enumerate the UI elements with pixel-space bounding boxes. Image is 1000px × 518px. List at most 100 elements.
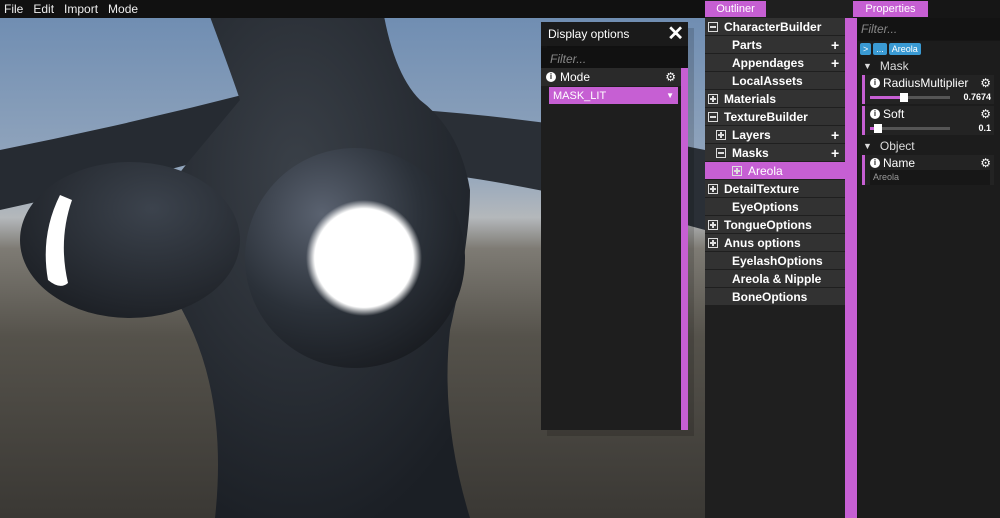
- display-options-panel: Display options ✕ Filter... i Mode ⚙ MAS…: [541, 22, 694, 436]
- mask-section-title: Mask: [879, 59, 909, 73]
- display-options-filter-input[interactable]: Filter...: [541, 48, 688, 70]
- info-icon[interactable]: i: [546, 72, 556, 82]
- outliner-node[interactable]: Areola & Nipple: [705, 270, 845, 287]
- add-icon[interactable]: +: [831, 145, 845, 161]
- collapse-icon[interactable]: [708, 21, 718, 32]
- outliner-node[interactable]: TongueOptions: [705, 216, 845, 233]
- radius-multiplier-slider[interactable]: [870, 92, 950, 102]
- outliner-node[interactable]: BoneOptions: [705, 288, 845, 305]
- chevron-down-icon: ▼: [666, 91, 674, 100]
- outliner-node-label: TextureBuilder: [724, 109, 808, 124]
- outliner-node[interactable]: CharacterBuilder: [705, 18, 845, 35]
- gear-icon[interactable]: ⚙: [980, 76, 991, 90]
- outliner-node[interactable]: EyelashOptions: [705, 252, 845, 269]
- add-icon[interactable]: +: [831, 55, 845, 71]
- soft-value[interactable]: 0.1: [950, 123, 991, 133]
- radius-multiplier-property: i RadiusMultiplier ⚙ 0.7674: [862, 75, 994, 104]
- outliner-node[interactable]: EyeOptions: [705, 198, 845, 215]
- outliner-panel: Outliner CharacterBuilder Parts + Appendage…: [705, 0, 853, 518]
- outliner-node-label: CharacterBuilder: [724, 19, 822, 34]
- outliner-node-label: Appendages: [732, 55, 805, 70]
- outliner-node[interactable]: DetailTexture: [705, 180, 845, 197]
- outliner-node-label: BoneOptions: [732, 289, 808, 304]
- expand-icon[interactable]: [708, 219, 718, 230]
- breadcrumb: > ... Areola: [858, 41, 1000, 57]
- info-icon[interactable]: i: [870, 108, 880, 119]
- slider-handle[interactable]: [874, 123, 882, 133]
- menu-file[interactable]: File: [4, 0, 23, 18]
- mask-section-header[interactable]: ▼ Mask: [858, 57, 1000, 75]
- slider-handle[interactable]: [899, 92, 908, 102]
- tab-properties[interactable]: Properties: [853, 1, 928, 17]
- menu-mode[interactable]: Mode: [108, 0, 138, 18]
- name-field[interactable]: Areola: [870, 170, 990, 185]
- outliner-node[interactable]: LocalAssets: [705, 72, 845, 89]
- close-icon[interactable]: ✕: [667, 24, 684, 44]
- info-icon[interactable]: i: [870, 77, 880, 88]
- outliner-node-label: EyeOptions: [732, 199, 799, 214]
- mode-value: MASK_LIT: [553, 89, 607, 102]
- add-icon[interactable]: +: [831, 127, 845, 143]
- expand-icon[interactable]: [708, 93, 718, 104]
- chevron-down-icon: ▼: [863, 141, 872, 151]
- properties-panel: Properties Filter... > ... Areola ▼ Mask…: [853, 0, 1000, 518]
- outliner-node[interactable]: Materials: [705, 90, 845, 107]
- outliner-node[interactable]: Layers +: [705, 126, 845, 143]
- chevron-down-icon: ▼: [863, 61, 872, 71]
- outliner-node-label: DetailTexture: [724, 181, 800, 196]
- outliner-node-label: Anus options: [724, 235, 801, 250]
- expand-icon[interactable]: [708, 237, 718, 248]
- info-icon[interactable]: i: [870, 157, 880, 168]
- outliner-scrollbar[interactable]: [845, 18, 853, 518]
- display-options-title: Display options: [548, 27, 630, 41]
- outliner-node-label: Masks: [732, 145, 769, 160]
- outliner-node-label: LocalAssets: [732, 73, 803, 88]
- outliner-tree: CharacterBuilder Parts + Appendages + LocalAs…: [705, 18, 845, 306]
- gear-icon[interactable]: ⚙: [665, 70, 676, 84]
- menu-edit[interactable]: Edit: [33, 0, 54, 18]
- display-options-body: i Mode ⚙ MASK_LIT ▼: [541, 68, 681, 430]
- mode-select[interactable]: MASK_LIT ▼: [549, 87, 678, 104]
- menu-bar: File Edit Import Mode: [0, 0, 705, 18]
- object-section-header[interactable]: ▼ Object: [858, 137, 1000, 155]
- outliner-node[interactable]: Appendages +: [705, 54, 845, 71]
- outliner-node-label: TongueOptions: [724, 217, 812, 232]
- outliner-node-label: Parts: [732, 37, 763, 52]
- mode-label: Mode: [560, 70, 591, 84]
- expand-icon[interactable]: [708, 183, 718, 194]
- name-label: Name: [883, 155, 916, 170]
- outliner-node[interactable]: Parts +: [705, 36, 845, 53]
- soft-property: i Soft ⚙ 0.1: [862, 106, 994, 135]
- menu-import[interactable]: Import: [64, 0, 98, 18]
- name-property: i Name ⚙ Areola: [862, 155, 994, 185]
- gear-icon[interactable]: ⚙: [980, 107, 991, 121]
- outliner-node-label: Areola: [748, 163, 783, 178]
- outliner-node-label: Materials: [724, 91, 777, 106]
- outliner-node[interactable]: Anus options: [705, 234, 845, 251]
- breadcrumb-back[interactable]: >: [860, 43, 872, 55]
- breadcrumb-ellipsis[interactable]: ...: [873, 43, 887, 55]
- collapse-icon[interactable]: [716, 147, 726, 158]
- properties-scrollbar[interactable]: [853, 18, 857, 518]
- tab-outliner[interactable]: Outliner: [705, 1, 766, 17]
- properties-body: > ... Areola ▼ Mask i RadiusMultiplier ⚙…: [858, 41, 1000, 518]
- outliner-node-label: Areola & Nipple: [732, 271, 822, 286]
- collapse-icon[interactable]: [708, 111, 718, 122]
- display-options-header: Display options ✕: [541, 22, 688, 46]
- gear-icon[interactable]: ⚙: [980, 156, 991, 170]
- soft-label: Soft: [883, 106, 905, 121]
- soft-slider[interactable]: [870, 123, 950, 133]
- breadcrumb-current[interactable]: Areola: [888, 43, 921, 55]
- outliner-node[interactable]: TextureBuilder: [705, 108, 845, 125]
- add-icon[interactable]: +: [831, 37, 845, 53]
- object-section-title: Object: [879, 139, 915, 153]
- outliner-node-label: Layers: [732, 127, 771, 142]
- expand-icon[interactable]: [716, 129, 726, 140]
- expand-icon[interactable]: [732, 165, 742, 176]
- mode-row: i Mode ⚙: [541, 68, 681, 86]
- radius-multiplier-value[interactable]: 0.7674: [950, 92, 991, 102]
- display-options-scrollbar[interactable]: [681, 68, 688, 430]
- properties-filter-input[interactable]: Filter...: [853, 18, 1000, 40]
- outliner-node[interactable]: Areola: [705, 162, 845, 179]
- outliner-node[interactable]: Masks +: [705, 144, 845, 161]
